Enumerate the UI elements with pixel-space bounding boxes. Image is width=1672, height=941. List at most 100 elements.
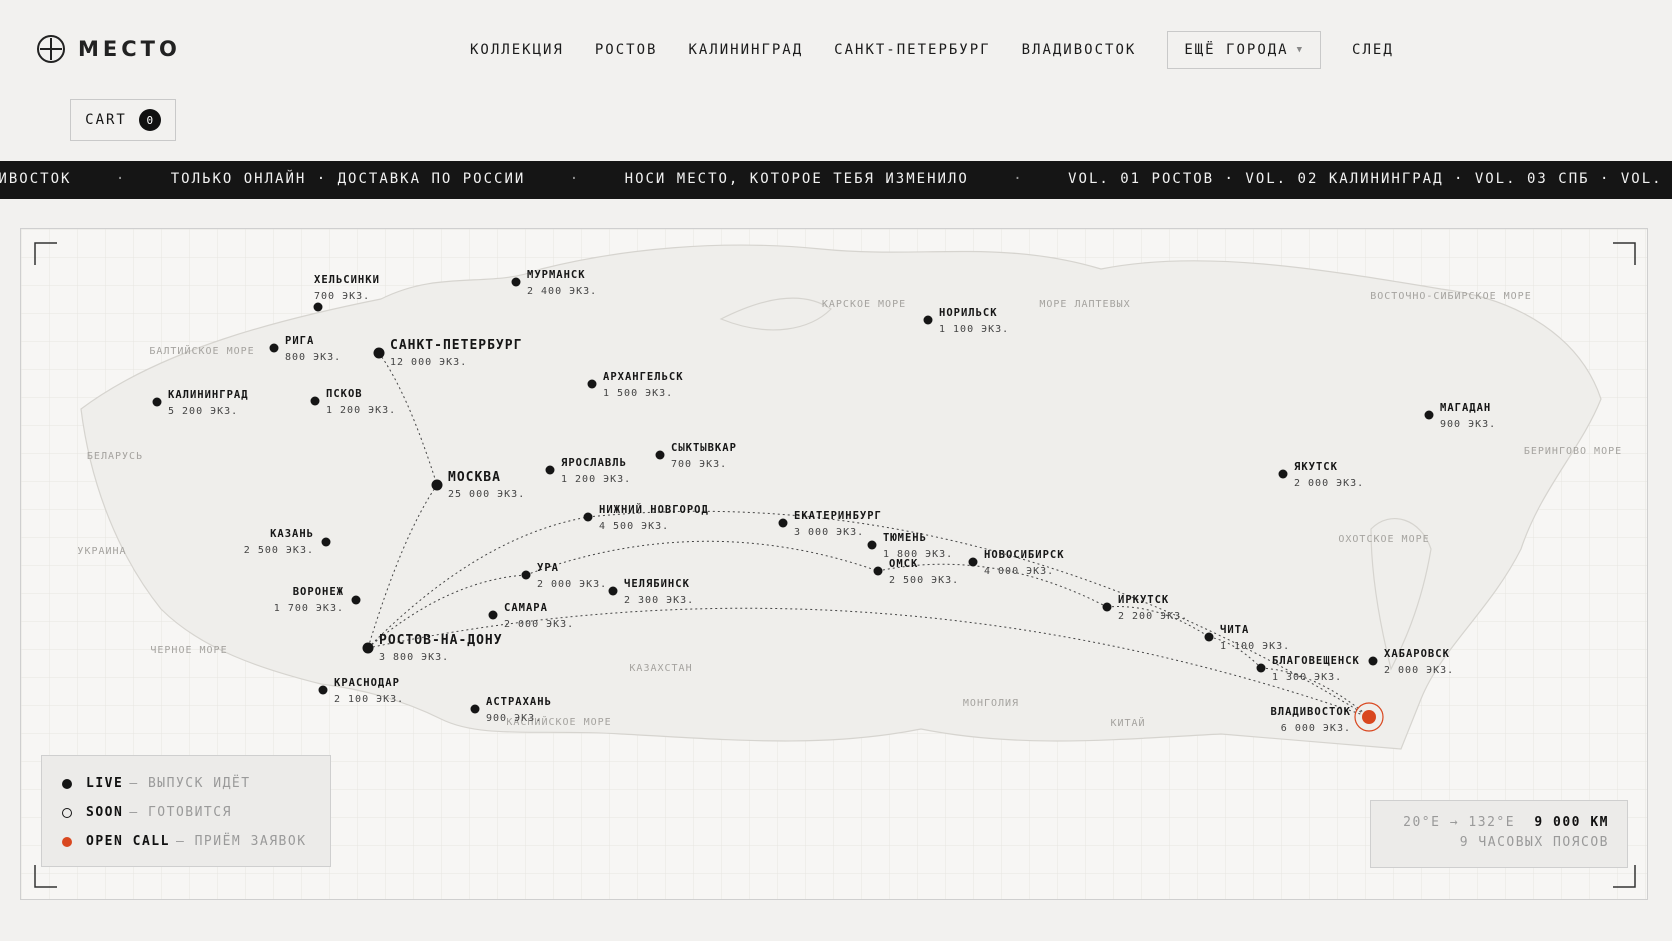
live-dot-icon — [351, 595, 361, 605]
live-dot-icon — [867, 540, 877, 550]
live-dot-icon — [313, 302, 323, 312]
main-nav: КОЛЛЕКЦИЯ РОСТОВ КАЛИНИНГРАД САНКТ-ПЕТЕР… — [470, 30, 1425, 70]
ticker-bar: ДИВОСТОК · ТОЛЬКО ОНЛАЙН · ДОСТАВКА ПО Р… — [0, 161, 1672, 199]
city-count: 1 200 ЭКЗ. — [561, 474, 631, 485]
live-dot-icon — [362, 642, 374, 654]
city-name: МАГАДАН — [1440, 402, 1491, 414]
ticker-item: ТОЛЬКО ОНЛАЙН · ДОСТАВКА ПО РОССИИ — [170, 171, 526, 187]
brand-name: МЕСТО — [78, 37, 181, 61]
live-dot-icon — [1204, 632, 1214, 642]
city-count: 2 200 ЭКЗ. — [1118, 611, 1188, 622]
city-name: КАЗАНЬ — [270, 528, 314, 540]
city-count: 2 000 ЭКЗ. — [537, 579, 607, 590]
legend-live: LIVE — ВЫПУСК ИДЁТ — [62, 769, 330, 798]
live-dot-icon — [431, 479, 443, 491]
city-count: 1 100 ЭКЗ. — [939, 324, 1009, 335]
city-name: ХЕЛЬСИНКИ — [314, 274, 380, 286]
more-cities-label: ЕЩЁ ГОРОДА — [1184, 42, 1289, 58]
legend-open-call: OPEN CALL — ПРИЁМ ЗАЯВОК — [62, 827, 330, 856]
city-name: МУРМАНСК — [527, 269, 586, 281]
city-name: РИГА — [285, 335, 314, 347]
city-name: ХАБАРОВСК — [1384, 648, 1450, 660]
city-name: РОСТОВ-НА-ДОНУ — [379, 633, 503, 648]
city-count: 3 000 ЭКЗ. — [794, 527, 864, 538]
city-count: 700 ЭКЗ. — [314, 291, 370, 302]
city-name: БЛАГОВЕЩЕНСК — [1272, 655, 1360, 667]
live-dot-icon — [587, 379, 597, 389]
nav-item-next[interactable]: СЛЕД — [1352, 42, 1394, 58]
region-label-казахстан: КАЗАХСТАН — [629, 663, 692, 674]
city-name: АРХАНГЕЛЬСК — [603, 371, 684, 383]
city-count: 2 000 ЭКЗ. — [1294, 478, 1364, 489]
chevron-down-icon: ▼ — [1296, 45, 1305, 55]
city-count: 2 500 ЭКЗ. — [244, 545, 314, 556]
live-dot-icon — [583, 512, 593, 522]
ticker-separator: · — [569, 171, 581, 187]
ticker-separator: · — [1013, 171, 1024, 187]
live-dot-icon — [608, 586, 618, 596]
live-dot-icon — [873, 566, 883, 576]
region-label-берингово-море: БЕРИНГОВО МОРЕ — [1524, 446, 1622, 457]
live-dot-icon — [318, 685, 328, 695]
city-count: 800 ЭКЗ. — [285, 352, 341, 363]
city-name: НОВОСИБИРСК — [984, 549, 1065, 561]
region-label-охотское-море: ОХОТСКОЕ МОРЕ — [1338, 534, 1429, 545]
live-dot-icon — [1278, 469, 1288, 479]
city-name: ПСКОВ — [326, 388, 363, 400]
ticker-item: НОСИ МЕСТО, КОТОРОЕ ТЕБЯ ИЗМЕНИЛО — [624, 171, 969, 187]
live-dot-icon — [1102, 602, 1112, 612]
legend-key: OPEN CALL — [86, 834, 170, 849]
city-name: ЕКАТЕРИНБУРГ — [794, 510, 882, 522]
legend-desc: — ПРИЁМ ЗАЯВОК — [175, 834, 307, 849]
nav-item-vladivostok[interactable]: ВЛАДИВОСТОК — [1022, 42, 1137, 58]
map-span-info: 20°E → 132°E 9 000 КМ 9 ЧАСОВЫХ ПОЯСОВ — [1370, 800, 1628, 868]
cart-count-badge: 0 — [138, 109, 161, 131]
nav-item-rostov[interactable]: РОСТОВ — [595, 42, 658, 58]
live-dot-icon — [62, 778, 72, 789]
more-cities-dropdown[interactable]: ЕЩЁ ГОРОДА ▼ — [1167, 31, 1322, 69]
city-name: САМАРА — [504, 602, 548, 614]
live-dot-icon — [310, 396, 320, 406]
city-count: 1 100 ЭКЗ. — [1220, 641, 1290, 652]
city-name: НИЖНИЙ НОВГОРОД — [599, 503, 709, 516]
live-dot-icon — [968, 557, 978, 567]
ticker-separator: · — [115, 171, 127, 187]
city-name: ТЮМЕНЬ — [883, 532, 927, 544]
legend-soon: SOON — ГОТОВИТСЯ — [62, 798, 330, 827]
city-name: ОМСК — [889, 558, 918, 570]
span-distance: 9 000 КМ — [1534, 815, 1609, 830]
live-dot-icon — [152, 397, 162, 407]
brand-logo[interactable]: МЕСТО — [36, 34, 181, 64]
city-count: 900 ЭКЗ. — [1440, 419, 1496, 430]
legend-desc: — ВЫПУСК ИДЁТ — [129, 776, 251, 791]
open-call-dot-icon — [1362, 710, 1376, 724]
region-label-монголия: МОНГОЛИЯ — [963, 698, 1019, 709]
live-dot-icon — [321, 537, 331, 547]
live-dot-icon — [545, 465, 555, 475]
city-count: 4 500 ЭКЗ. — [599, 521, 669, 532]
nav-item-collection[interactable]: КОЛЛЕКЦИЯ — [470, 42, 564, 58]
city-count: 1 300 ЭКЗ. — [1272, 672, 1342, 683]
live-dot-icon — [778, 518, 788, 528]
cart-button[interactable]: CART 0 — [70, 99, 176, 141]
legend-desc: — ГОТОВИТСЯ — [129, 805, 232, 820]
region-label-балтийское-море: БАЛТИЙСКОЕ МОРЕ — [149, 344, 254, 357]
live-dot-icon — [923, 315, 933, 325]
nav-item-spb[interactable]: САНКТ-ПЕТЕРБУРГ — [834, 42, 990, 58]
region-label-украина: УКРАИНА — [77, 546, 126, 557]
city-count: 2 300 ЭКЗ. — [624, 595, 694, 606]
live-dot-icon — [511, 277, 521, 287]
region-label-восточно-сибирское-море: ВОСТОЧНО-СИБИРСКОЕ МОРЕ — [1370, 291, 1531, 302]
legend-key: SOON — [86, 805, 124, 820]
soon-ring-icon — [62, 807, 72, 818]
nav-item-kaliningrad[interactable]: КАЛИНИНГРАД — [688, 42, 803, 58]
city-count: 6 000 ЭКЗ. — [1281, 723, 1351, 734]
city-name: САНКТ-ПЕТЕРБУРГ — [390, 338, 522, 353]
ticker-track: ДИВОСТОК · ТОЛЬКО ОНЛАЙН · ДОСТАВКА ПО Р… — [0, 171, 1672, 187]
city-count: 2 100 ЭКЗ. — [334, 694, 404, 705]
city-count: 700 ЭКЗ. — [671, 459, 727, 470]
city-name: ИРКУТСК — [1118, 594, 1169, 606]
span-zones: 9 ЧАСОВЫХ ПОЯСОВ — [1459, 835, 1609, 850]
city-name: ЯРОСЛАВЛЬ — [561, 457, 627, 469]
map-legend: LIVE — ВЫПУСК ИДЁТ SOON — ГОТОВИТСЯ OPEN… — [41, 755, 331, 867]
